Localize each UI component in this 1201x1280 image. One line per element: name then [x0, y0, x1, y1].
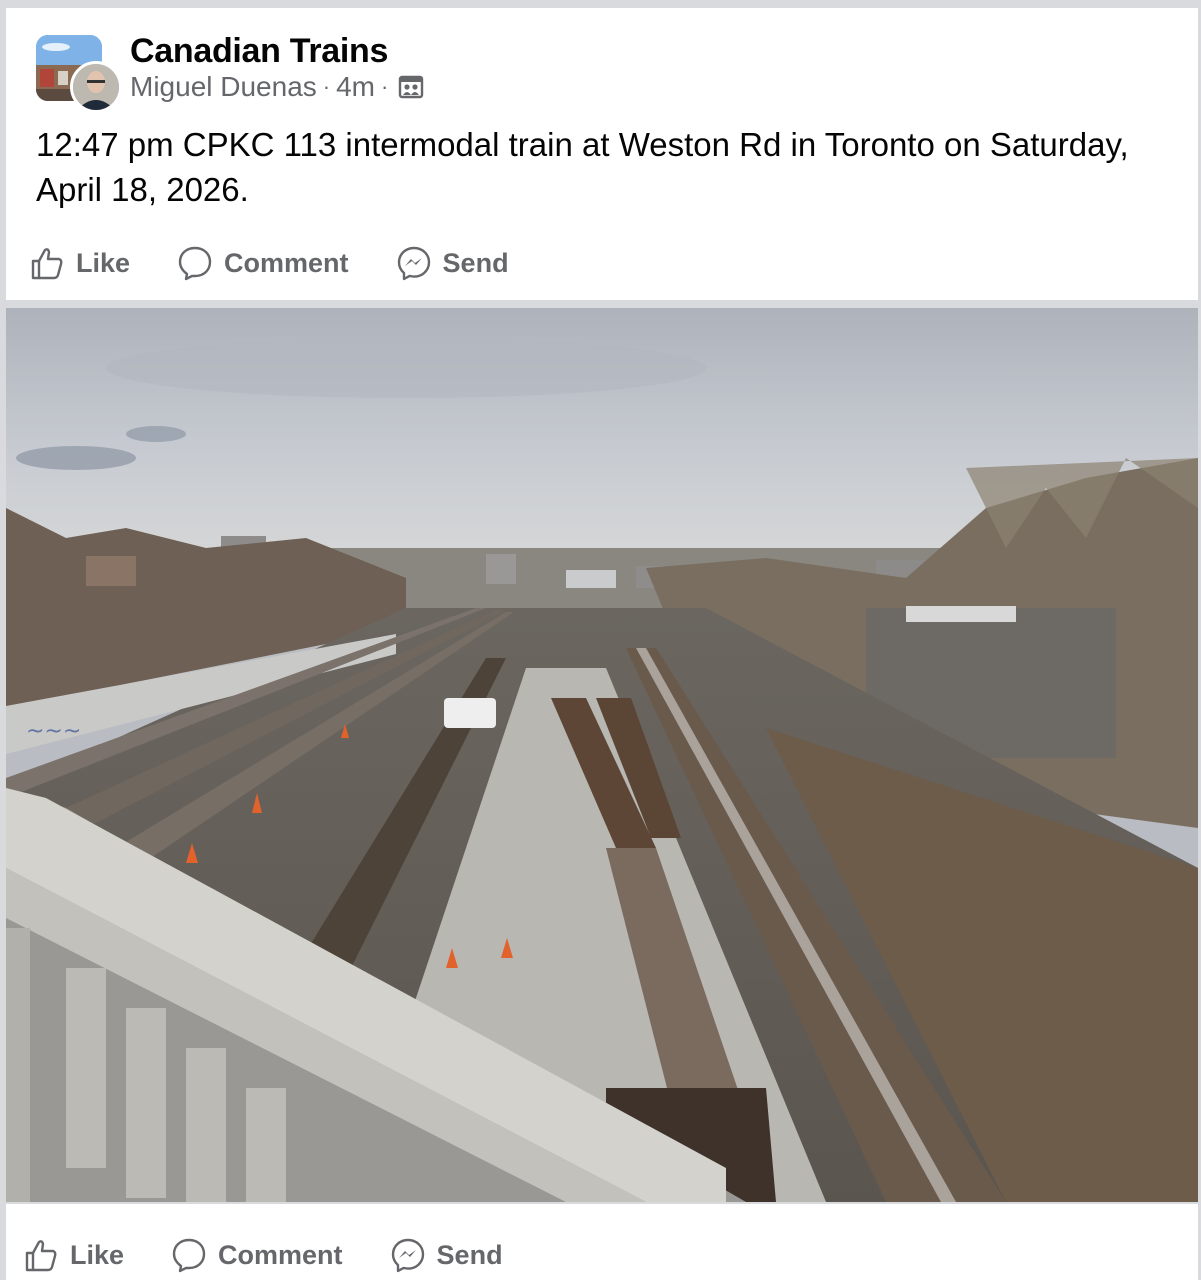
avatar-group[interactable]: [36, 35, 122, 113]
send-label: Send: [436, 1239, 503, 1270]
post-card: Canadian Trains Miguel Duenas · 4m · 12:…: [6, 8, 1198, 300]
messenger-icon: [397, 246, 430, 281]
comment-label: Comment: [224, 247, 349, 278]
like-button[interactable]: Like: [28, 244, 130, 282]
user-avatar[interactable]: [70, 61, 122, 113]
action-bar: Like Comment Send: [22, 1236, 549, 1274]
railway-photo: ~~~: [6, 308, 1198, 1202]
like-icon: [25, 1240, 57, 1272]
author-name[interactable]: Miguel Duenas: [130, 71, 317, 103]
comment-button[interactable]: Comment: [170, 1236, 343, 1274]
send-button[interactable]: Send: [389, 1236, 503, 1274]
messenger-icon: [391, 1238, 424, 1273]
svg-text:~~~: ~~~: [26, 719, 81, 744]
post-text: 12:47 pm CPKC 113 intermodal train at We…: [36, 126, 1129, 208]
action-bar: Like Comment Send: [28, 244, 555, 282]
like-label: Like: [76, 247, 131, 278]
send-label: Send: [442, 247, 509, 278]
comment-label: Comment: [218, 1239, 343, 1270]
like-label: Like: [70, 1239, 125, 1270]
comment-icon: [172, 1238, 206, 1273]
post-time[interactable]: 4m: [336, 71, 375, 103]
meta-separator: ·: [322, 74, 331, 99]
post-photo[interactable]: ~~~: [6, 308, 1198, 1202]
group-name[interactable]: Canadian Trains: [130, 32, 388, 71]
like-button[interactable]: Like: [22, 1236, 124, 1274]
comment-button[interactable]: Comment: [176, 244, 349, 282]
send-button[interactable]: Send: [395, 244, 509, 282]
like-icon: [31, 248, 63, 280]
meta-separator: ·: [381, 74, 389, 99]
comment-icon: [178, 246, 212, 281]
post-meta: Miguel Duenas · 4m ·: [130, 71, 424, 103]
group-members-icon: [398, 74, 424, 100]
